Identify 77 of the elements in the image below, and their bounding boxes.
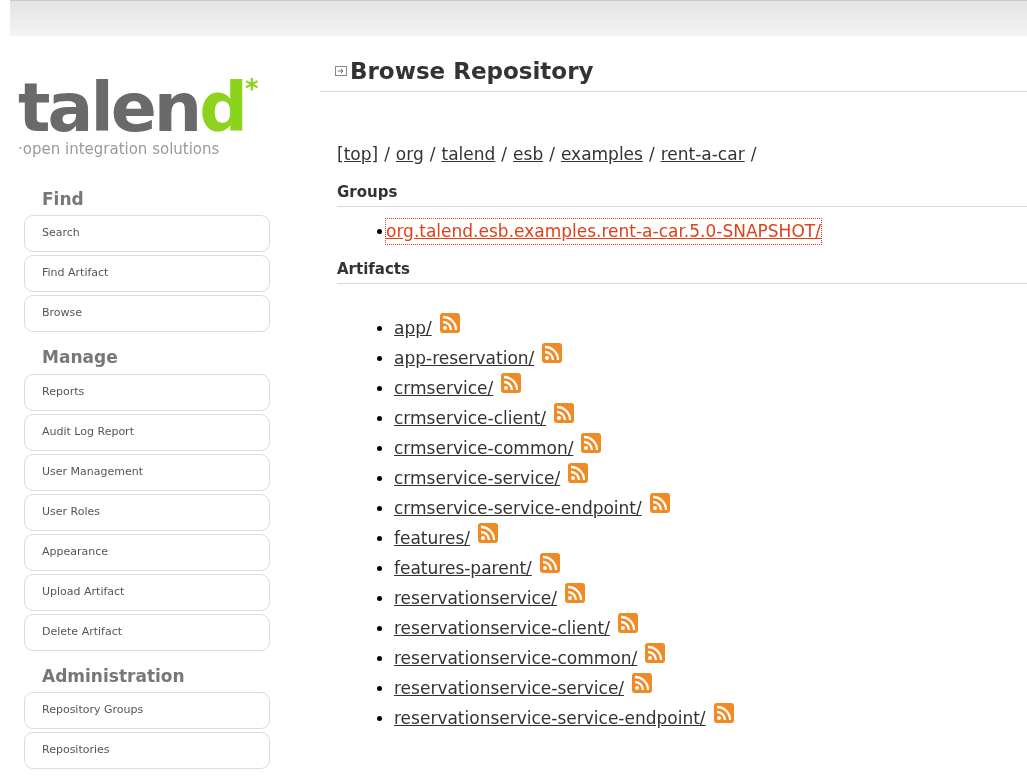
breadcrumb-separator: / bbox=[648, 142, 655, 166]
breadcrumb-link[interactable]: esb bbox=[513, 141, 544, 167]
sidebar-button[interactable]: Upload Artifact bbox=[24, 573, 270, 611]
group-link[interactable]: org.talend.esb.examples.rent-a-car.5.0-SNAPSHOT/ bbox=[386, 218, 821, 244]
artifact-link[interactable]: crmservice-common/ bbox=[394, 435, 574, 462]
bullet bbox=[377, 228, 382, 234]
expand-icon[interactable] bbox=[335, 66, 347, 77]
sidebar-heading: Manage bbox=[41, 346, 119, 369]
rss-feed-icon[interactable] bbox=[542, 342, 563, 363]
bullet bbox=[377, 626, 382, 631]
breadcrumb-link[interactable]: examples bbox=[560, 141, 643, 167]
artifact-link[interactable]: crmservice-service-endpoint/ bbox=[394, 495, 642, 522]
artifact-link[interactable]: features/ bbox=[394, 525, 470, 552]
breadcrumb-separator: / bbox=[429, 142, 436, 166]
sidebar-heading: Find bbox=[41, 187, 85, 211]
sidebar-button[interactable]: Search bbox=[24, 215, 270, 252]
bullet bbox=[377, 386, 382, 391]
breadcrumb-link[interactable]: rent-a-car bbox=[660, 141, 745, 167]
sidebar-button[interactable]: Browse bbox=[24, 295, 270, 332]
sidebar-button[interactable]: Reports bbox=[24, 373, 270, 411]
sidebar-button[interactable]: Delete Artifact bbox=[24, 613, 270, 651]
breadcrumb-separator: / bbox=[384, 142, 390, 166]
breadcrumb-link[interactable]: org bbox=[395, 141, 424, 167]
bullet bbox=[377, 326, 382, 331]
rss-feed-icon[interactable] bbox=[649, 492, 670, 513]
bullet bbox=[377, 506, 382, 511]
sidebar-button[interactable]: Find Artifact bbox=[24, 255, 270, 292]
rss-feed-icon[interactable] bbox=[632, 672, 653, 693]
section-heading: Groups bbox=[337, 181, 1027, 207]
sidebar-button[interactable]: User Management bbox=[24, 453, 270, 491]
rss-feed-icon[interactable] bbox=[554, 402, 575, 423]
rss-feed-icon[interactable] bbox=[477, 522, 498, 543]
artifact-link[interactable]: reservationservice-common/ bbox=[394, 645, 638, 672]
sidebar-button[interactable]: Repositories bbox=[24, 732, 270, 769]
logo-tagline: ·open integration solutions bbox=[18, 139, 220, 160]
breadcrumb-link[interactable]: [top] bbox=[337, 141, 379, 167]
section-heading: Artifacts bbox=[337, 258, 1027, 284]
rss-feed-icon[interactable] bbox=[713, 702, 734, 723]
sidebar-heading: Administration bbox=[41, 664, 186, 688]
artifact-link[interactable]: reservationservice-service/ bbox=[394, 675, 625, 702]
bullet bbox=[377, 596, 382, 601]
artifact-link[interactable]: crmservice-client/ bbox=[394, 405, 547, 432]
breadcrumb-separator: / bbox=[549, 142, 555, 166]
breadcrumb-separator: / bbox=[750, 142, 757, 166]
rss-feed-icon[interactable] bbox=[539, 552, 560, 573]
bullet bbox=[377, 716, 382, 721]
rss-feed-icon[interactable] bbox=[581, 432, 602, 453]
bullet bbox=[377, 536, 382, 541]
bullet bbox=[377, 686, 382, 691]
breadcrumb-link[interactable]: talend bbox=[441, 141, 496, 167]
talend-logo: talend* bbox=[18, 74, 258, 142]
bullet bbox=[377, 566, 382, 571]
sidebar-button[interactable]: Repository Groups bbox=[24, 692, 270, 729]
bullet bbox=[377, 656, 382, 661]
rss-feed-icon[interactable] bbox=[565, 582, 586, 603]
artifact-link[interactable]: app/ bbox=[394, 315, 432, 342]
sidebar-button[interactable]: Appearance bbox=[24, 533, 270, 571]
bullet bbox=[377, 416, 382, 421]
rss-feed-icon[interactable] bbox=[617, 612, 638, 633]
rss-feed-icon[interactable] bbox=[439, 312, 460, 333]
artifact-link[interactable]: app-reservation/ bbox=[394, 345, 535, 372]
artifact-link[interactable]: crmservice-service/ bbox=[394, 465, 561, 492]
bullet bbox=[377, 446, 382, 451]
artifact-link[interactable]: crmservice/ bbox=[394, 375, 494, 402]
rss-feed-icon[interactable] bbox=[645, 642, 666, 663]
rss-feed-icon[interactable] bbox=[568, 462, 589, 483]
sidebar-button[interactable]: Audit Log Report bbox=[24, 413, 270, 451]
artifact-link[interactable]: reservationservice-service-endpoint/ bbox=[394, 705, 706, 732]
rss-feed-icon[interactable] bbox=[501, 372, 522, 393]
artifact-link[interactable]: features-parent/ bbox=[394, 555, 532, 582]
bullet bbox=[377, 476, 382, 481]
sidebar-button[interactable]: User Roles bbox=[24, 493, 270, 531]
breadcrumb-separator: / bbox=[501, 142, 508, 166]
artifact-link[interactable]: reservationservice-client/ bbox=[394, 615, 610, 642]
artifact-link[interactable]: reservationservice/ bbox=[394, 585, 558, 612]
bullet bbox=[377, 356, 382, 361]
page-title: Browse Repository bbox=[350, 57, 594, 86]
